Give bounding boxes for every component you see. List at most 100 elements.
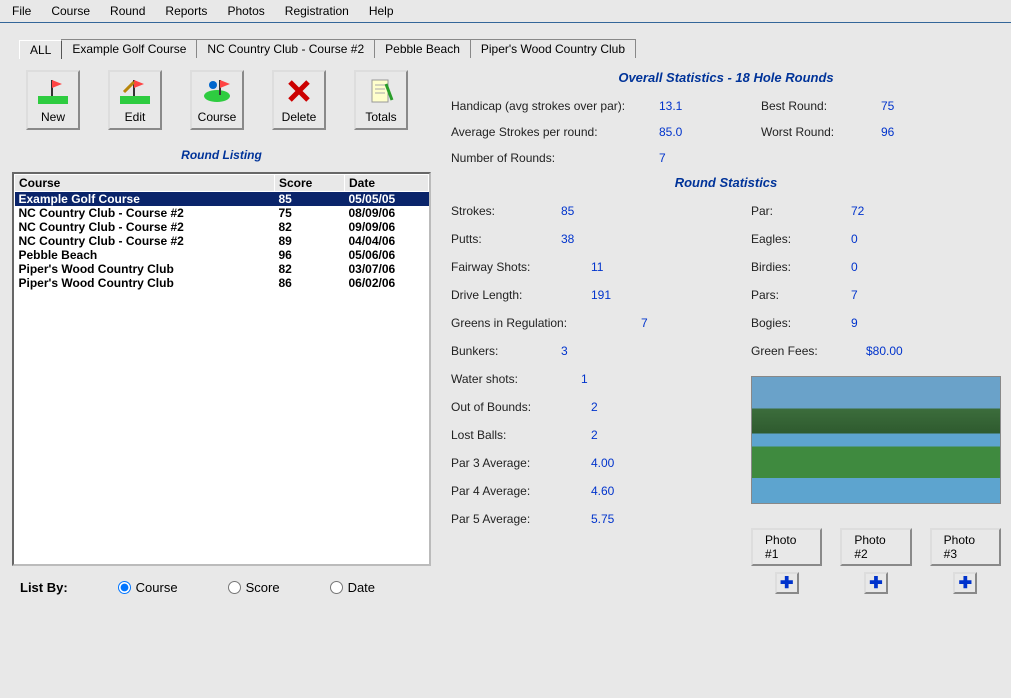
putts-label: Putts: — [451, 232, 561, 246]
totals-label: Totals — [365, 110, 396, 124]
menu-photos[interactable]: Photos — [219, 2, 272, 20]
strokes-label: Strokes: — [451, 204, 561, 218]
par-label: Par: — [751, 204, 851, 218]
bogies-label: Bogies: — [751, 316, 851, 330]
photo-buttons-row: Photo #1 ✚ Photo #2 ✚ Photo #3 ✚ — [751, 528, 1001, 594]
toolbar: New Edit Course Delete — [12, 70, 431, 130]
table-row[interactable]: Piper's Wood Country Club8203/07/06 — [15, 262, 429, 276]
numrounds-value: 7 — [659, 151, 666, 165]
delete-button[interactable]: Delete — [272, 70, 326, 130]
tab-all[interactable]: ALL — [19, 40, 62, 59]
eagles-label: Eagles: — [751, 232, 851, 246]
bunkers-value: 3 — [561, 344, 568, 358]
menubar: File Course Round Reports Photos Registr… — [0, 0, 1011, 23]
pencil-flag-icon — [120, 72, 150, 110]
handicap-label: Handicap (avg strokes over par): — [451, 99, 659, 113]
lost-value: 2 — [591, 428, 598, 442]
numrounds-label: Number of Rounds: — [451, 151, 659, 165]
water-value: 1 — [581, 372, 588, 386]
plus-icon: ✚ — [780, 573, 793, 593]
col-course[interactable]: Course — [15, 175, 275, 192]
golf-flag-icon — [38, 72, 68, 110]
totals-button[interactable]: Totals — [354, 70, 408, 130]
tab-pipers[interactable]: Piper's Wood Country Club — [470, 39, 636, 58]
menu-round[interactable]: Round — [102, 2, 153, 20]
lost-label: Lost Balls: — [451, 428, 591, 442]
tab-nc-country[interactable]: NC Country Club - Course #2 — [196, 39, 375, 58]
par-value: 72 — [851, 204, 864, 218]
course-button[interactable]: Course — [190, 70, 244, 130]
birdies-label: Birdies: — [751, 260, 851, 274]
edit-button[interactable]: Edit — [108, 70, 162, 130]
plus-icon: ✚ — [959, 573, 972, 593]
p3-label: Par 3 Average: — [451, 456, 591, 470]
menu-registration[interactable]: Registration — [277, 2, 357, 20]
best-round-label: Best Round: — [761, 99, 881, 113]
overall-stats-title: Overall Statistics - 18 Hole Rounds — [451, 70, 1001, 85]
avgstrokes-value: 85.0 — [659, 125, 682, 139]
menu-reports[interactable]: Reports — [157, 2, 215, 20]
table-row[interactable]: NC Country Club - Course #27508/09/06 — [15, 206, 429, 220]
table-row[interactable]: NC Country Club - Course #28209/09/06 — [15, 220, 429, 234]
listby-label: List By: — [20, 580, 68, 595]
listby-date[interactable]: Date — [330, 580, 375, 595]
bunkers-label: Bunkers: — [451, 344, 561, 358]
birdies-value: 0 — [851, 260, 858, 274]
new-label: New — [41, 110, 65, 124]
tab-pebble[interactable]: Pebble Beach — [374, 39, 471, 58]
p5-value: 5.75 — [591, 512, 614, 526]
x-icon — [287, 72, 311, 110]
gir-value: 7 — [641, 316, 648, 330]
greenfees-label: Green Fees: — [751, 344, 866, 358]
p4-value: 4.60 — [591, 484, 614, 498]
listby-row: List By: Course Score Date — [12, 580, 431, 595]
tab-example-golf[interactable]: Example Golf Course — [61, 39, 197, 58]
course-photo — [751, 376, 1001, 504]
gir-label: Greens in Regulation: — [451, 316, 641, 330]
round-listing-heading: Round Listing — [12, 148, 431, 162]
greenfees-value: $80.00 — [866, 344, 903, 358]
p4-label: Par 4 Average: — [451, 484, 591, 498]
course-label: Course — [198, 110, 237, 124]
photo-1-add-button[interactable]: ✚ — [775, 572, 799, 594]
handicap-value: 13.1 — [659, 99, 682, 113]
round-stats-title: Round Statistics — [451, 175, 1001, 190]
col-score[interactable]: Score — [275, 175, 345, 192]
oob-value: 2 — [591, 400, 598, 414]
avgstrokes-label: Average Strokes per round: — [451, 125, 659, 139]
table-row[interactable]: NC Country Club - Course #28904/04/06 — [15, 234, 429, 248]
drive-label: Drive Length: — [451, 288, 591, 302]
listby-score[interactable]: Score — [228, 580, 280, 595]
edit-label: Edit — [125, 110, 146, 124]
course-tabs: ALL Example Golf Course NC Country Club … — [20, 37, 1011, 58]
photo-3-button[interactable]: Photo #3 — [930, 528, 1001, 566]
photo-3-add-button[interactable]: ✚ — [953, 572, 977, 594]
photo-1-button[interactable]: Photo #1 — [751, 528, 822, 566]
pars-value: 7 — [851, 288, 858, 302]
golf-hole-icon — [202, 72, 232, 110]
worst-round-value: 96 — [881, 125, 894, 139]
photo-2-button[interactable]: Photo #2 — [840, 528, 911, 566]
fairway-value: 11 — [591, 260, 603, 274]
table-row[interactable]: Example Golf Course8505/05/05 — [15, 192, 429, 207]
oob-label: Out of Bounds: — [451, 400, 591, 414]
menu-file[interactable]: File — [4, 2, 39, 20]
table-row[interactable]: Piper's Wood Country Club8606/02/06 — [15, 276, 429, 290]
p5-label: Par 5 Average: — [451, 512, 591, 526]
listby-course[interactable]: Course — [118, 580, 178, 595]
col-date[interactable]: Date — [345, 175, 429, 192]
delete-label: Delete — [282, 110, 317, 124]
eagles-value: 0 — [851, 232, 858, 246]
table-row[interactable]: Pebble Beach9605/06/06 — [15, 248, 429, 262]
fairway-label: Fairway Shots: — [451, 260, 591, 274]
menu-course[interactable]: Course — [43, 2, 98, 20]
menu-help[interactable]: Help — [361, 2, 402, 20]
round-listbox[interactable]: Course Score Date Example Golf Course850… — [12, 172, 431, 566]
worst-round-label: Worst Round: — [761, 125, 881, 139]
photo-2-add-button[interactable]: ✚ — [864, 572, 888, 594]
plus-icon: ✚ — [869, 573, 882, 593]
new-button[interactable]: New — [26, 70, 80, 130]
notepad-pencil-icon — [368, 72, 394, 110]
putts-value: 38 — [561, 232, 574, 246]
p3-value: 4.00 — [591, 456, 614, 470]
